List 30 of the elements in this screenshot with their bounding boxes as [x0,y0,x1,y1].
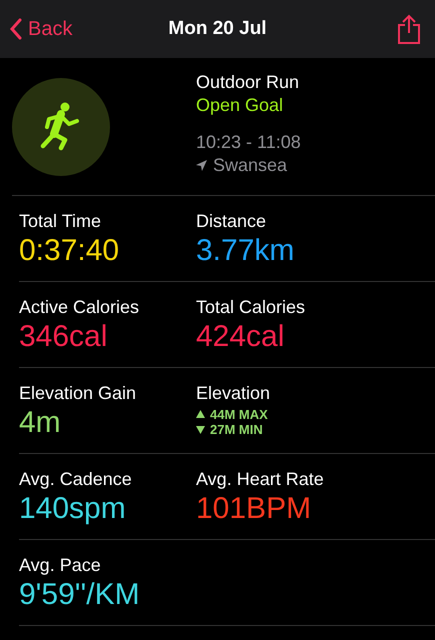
elevation-max: 44M MAX [210,407,268,422]
metric-label: Avg. Heart Rate [196,469,325,490]
metric-value: 346cal [19,320,108,354]
metric-value: 424cal [196,320,286,354]
metric-value: 4m [19,406,62,440]
metric-value: 0:37:40 [19,234,120,268]
elevation-min: 27M MIN [210,422,263,437]
workout-location: Swansea [213,154,288,176]
share-icon[interactable] [397,14,421,44]
metric-value: 101BPM [196,492,312,526]
metric-value: 140spm [19,492,127,526]
metric-label: Distance [196,211,268,232]
nav-title: Mon 20 Jul [168,18,267,39]
metric-value: 9'59''/KM [19,578,141,612]
metric-label: Total Calories [196,297,306,318]
workout-goal: Open Goal [196,94,284,116]
metric-label: Active Calories [19,297,140,318]
up-triangle-icon [196,410,205,419]
metric-value: 3.77km [196,234,296,268]
down-triangle-icon [196,425,205,434]
workout-time: 10:23 - 11:08 [196,132,301,152]
metric-label: Avg. Cadence [19,469,133,490]
metric-label: Elevation [196,383,272,404]
location-arrow-icon [196,160,207,170]
metric-label: Elevation Gain [19,383,138,404]
workout-type: Outdoor Run [196,72,300,92]
metric-label: Avg. Pace [19,555,102,576]
metric-label: Total Time [19,211,102,232]
chevron-left-icon [10,18,22,40]
back-button[interactable]: Back [8,14,74,44]
